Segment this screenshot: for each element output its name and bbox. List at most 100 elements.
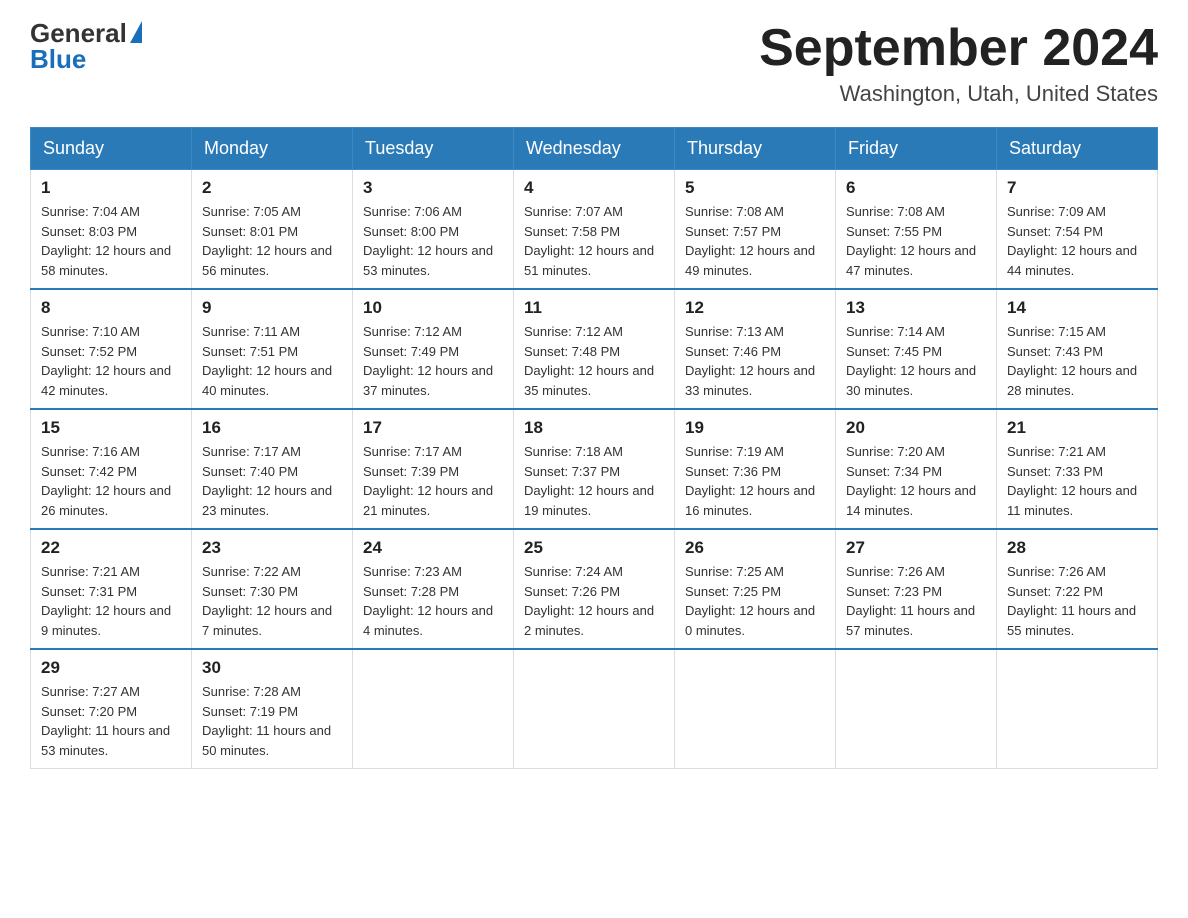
table-row: 25 Sunrise: 7:24 AM Sunset: 7:26 PM Dayl… bbox=[514, 529, 675, 649]
calendar-week-row: 1 Sunrise: 7:04 AM Sunset: 8:03 PM Dayli… bbox=[31, 170, 1158, 290]
day-number: 11 bbox=[524, 298, 664, 318]
day-info: Sunrise: 7:25 AM Sunset: 7:25 PM Dayligh… bbox=[685, 562, 825, 640]
day-info: Sunrise: 7:05 AM Sunset: 8:01 PM Dayligh… bbox=[202, 202, 342, 280]
table-row: 30 Sunrise: 7:28 AM Sunset: 7:19 PM Dayl… bbox=[192, 649, 353, 769]
day-number: 12 bbox=[685, 298, 825, 318]
day-info: Sunrise: 7:22 AM Sunset: 7:30 PM Dayligh… bbox=[202, 562, 342, 640]
calendar-header-row: Sunday Monday Tuesday Wednesday Thursday… bbox=[31, 128, 1158, 170]
table-row: 2 Sunrise: 7:05 AM Sunset: 8:01 PM Dayli… bbox=[192, 170, 353, 290]
header-wednesday: Wednesday bbox=[514, 128, 675, 170]
table-row: 13 Sunrise: 7:14 AM Sunset: 7:45 PM Dayl… bbox=[836, 289, 997, 409]
table-row: 9 Sunrise: 7:11 AM Sunset: 7:51 PM Dayli… bbox=[192, 289, 353, 409]
table-row bbox=[514, 649, 675, 769]
day-number: 25 bbox=[524, 538, 664, 558]
header-sunday: Sunday bbox=[31, 128, 192, 170]
table-row: 21 Sunrise: 7:21 AM Sunset: 7:33 PM Dayl… bbox=[997, 409, 1158, 529]
logo-blue-text: Blue bbox=[30, 46, 86, 72]
day-info: Sunrise: 7:20 AM Sunset: 7:34 PM Dayligh… bbox=[846, 442, 986, 520]
day-number: 30 bbox=[202, 658, 342, 678]
table-row: 19 Sunrise: 7:19 AM Sunset: 7:36 PM Dayl… bbox=[675, 409, 836, 529]
header-thursday: Thursday bbox=[675, 128, 836, 170]
day-info: Sunrise: 7:24 AM Sunset: 7:26 PM Dayligh… bbox=[524, 562, 664, 640]
day-number: 27 bbox=[846, 538, 986, 558]
day-number: 1 bbox=[41, 178, 181, 198]
table-row: 18 Sunrise: 7:18 AM Sunset: 7:37 PM Dayl… bbox=[514, 409, 675, 529]
table-row: 28 Sunrise: 7:26 AM Sunset: 7:22 PM Dayl… bbox=[997, 529, 1158, 649]
table-row: 12 Sunrise: 7:13 AM Sunset: 7:46 PM Dayl… bbox=[675, 289, 836, 409]
table-row: 5 Sunrise: 7:08 AM Sunset: 7:57 PM Dayli… bbox=[675, 170, 836, 290]
day-info: Sunrise: 7:06 AM Sunset: 8:00 PM Dayligh… bbox=[363, 202, 503, 280]
table-row bbox=[836, 649, 997, 769]
page-header: General Blue September 2024 Washington, … bbox=[30, 20, 1158, 107]
day-number: 4 bbox=[524, 178, 664, 198]
table-row: 27 Sunrise: 7:26 AM Sunset: 7:23 PM Dayl… bbox=[836, 529, 997, 649]
day-number: 13 bbox=[846, 298, 986, 318]
table-row bbox=[675, 649, 836, 769]
table-row: 7 Sunrise: 7:09 AM Sunset: 7:54 PM Dayli… bbox=[997, 170, 1158, 290]
table-row: 8 Sunrise: 7:10 AM Sunset: 7:52 PM Dayli… bbox=[31, 289, 192, 409]
table-row: 23 Sunrise: 7:22 AM Sunset: 7:30 PM Dayl… bbox=[192, 529, 353, 649]
day-info: Sunrise: 7:12 AM Sunset: 7:49 PM Dayligh… bbox=[363, 322, 503, 400]
day-info: Sunrise: 7:23 AM Sunset: 7:28 PM Dayligh… bbox=[363, 562, 503, 640]
day-info: Sunrise: 7:12 AM Sunset: 7:48 PM Dayligh… bbox=[524, 322, 664, 400]
table-row: 17 Sunrise: 7:17 AM Sunset: 7:39 PM Dayl… bbox=[353, 409, 514, 529]
table-row: 22 Sunrise: 7:21 AM Sunset: 7:31 PM Dayl… bbox=[31, 529, 192, 649]
day-number: 9 bbox=[202, 298, 342, 318]
day-info: Sunrise: 7:27 AM Sunset: 7:20 PM Dayligh… bbox=[41, 682, 181, 760]
header-tuesday: Tuesday bbox=[353, 128, 514, 170]
day-number: 26 bbox=[685, 538, 825, 558]
table-row: 26 Sunrise: 7:25 AM Sunset: 7:25 PM Dayl… bbox=[675, 529, 836, 649]
day-info: Sunrise: 7:14 AM Sunset: 7:45 PM Dayligh… bbox=[846, 322, 986, 400]
day-info: Sunrise: 7:17 AM Sunset: 7:39 PM Dayligh… bbox=[363, 442, 503, 520]
day-info: Sunrise: 7:21 AM Sunset: 7:33 PM Dayligh… bbox=[1007, 442, 1147, 520]
day-info: Sunrise: 7:10 AM Sunset: 7:52 PM Dayligh… bbox=[41, 322, 181, 400]
day-info: Sunrise: 7:26 AM Sunset: 7:22 PM Dayligh… bbox=[1007, 562, 1147, 640]
table-row bbox=[997, 649, 1158, 769]
table-row: 15 Sunrise: 7:16 AM Sunset: 7:42 PM Dayl… bbox=[31, 409, 192, 529]
calendar-week-row: 8 Sunrise: 7:10 AM Sunset: 7:52 PM Dayli… bbox=[31, 289, 1158, 409]
day-number: 6 bbox=[846, 178, 986, 198]
day-number: 15 bbox=[41, 418, 181, 438]
day-info: Sunrise: 7:26 AM Sunset: 7:23 PM Dayligh… bbox=[846, 562, 986, 640]
day-number: 19 bbox=[685, 418, 825, 438]
table-row bbox=[353, 649, 514, 769]
table-row: 14 Sunrise: 7:15 AM Sunset: 7:43 PM Dayl… bbox=[997, 289, 1158, 409]
day-info: Sunrise: 7:16 AM Sunset: 7:42 PM Dayligh… bbox=[41, 442, 181, 520]
day-number: 20 bbox=[846, 418, 986, 438]
header-saturday: Saturday bbox=[997, 128, 1158, 170]
table-row: 3 Sunrise: 7:06 AM Sunset: 8:00 PM Dayli… bbox=[353, 170, 514, 290]
day-number: 7 bbox=[1007, 178, 1147, 198]
day-info: Sunrise: 7:09 AM Sunset: 7:54 PM Dayligh… bbox=[1007, 202, 1147, 280]
table-row: 24 Sunrise: 7:23 AM Sunset: 7:28 PM Dayl… bbox=[353, 529, 514, 649]
day-info: Sunrise: 7:19 AM Sunset: 7:36 PM Dayligh… bbox=[685, 442, 825, 520]
calendar-week-row: 29 Sunrise: 7:27 AM Sunset: 7:20 PM Dayl… bbox=[31, 649, 1158, 769]
day-info: Sunrise: 7:21 AM Sunset: 7:31 PM Dayligh… bbox=[41, 562, 181, 640]
logo-general-text: General bbox=[30, 20, 127, 46]
day-number: 8 bbox=[41, 298, 181, 318]
title-section: September 2024 Washington, Utah, United … bbox=[759, 20, 1158, 107]
header-friday: Friday bbox=[836, 128, 997, 170]
day-info: Sunrise: 7:04 AM Sunset: 8:03 PM Dayligh… bbox=[41, 202, 181, 280]
month-title: September 2024 bbox=[759, 20, 1158, 77]
day-number: 23 bbox=[202, 538, 342, 558]
day-number: 21 bbox=[1007, 418, 1147, 438]
day-number: 2 bbox=[202, 178, 342, 198]
day-number: 22 bbox=[41, 538, 181, 558]
day-number: 17 bbox=[363, 418, 503, 438]
day-number: 14 bbox=[1007, 298, 1147, 318]
day-number: 28 bbox=[1007, 538, 1147, 558]
table-row: 10 Sunrise: 7:12 AM Sunset: 7:49 PM Dayl… bbox=[353, 289, 514, 409]
day-number: 3 bbox=[363, 178, 503, 198]
day-number: 10 bbox=[363, 298, 503, 318]
location: Washington, Utah, United States bbox=[759, 81, 1158, 107]
day-info: Sunrise: 7:18 AM Sunset: 7:37 PM Dayligh… bbox=[524, 442, 664, 520]
table-row: 29 Sunrise: 7:27 AM Sunset: 7:20 PM Dayl… bbox=[31, 649, 192, 769]
table-row: 11 Sunrise: 7:12 AM Sunset: 7:48 PM Dayl… bbox=[514, 289, 675, 409]
day-info: Sunrise: 7:07 AM Sunset: 7:58 PM Dayligh… bbox=[524, 202, 664, 280]
header-monday: Monday bbox=[192, 128, 353, 170]
day-info: Sunrise: 7:08 AM Sunset: 7:55 PM Dayligh… bbox=[846, 202, 986, 280]
logo: General Blue bbox=[30, 20, 142, 72]
day-info: Sunrise: 7:28 AM Sunset: 7:19 PM Dayligh… bbox=[202, 682, 342, 760]
day-info: Sunrise: 7:08 AM Sunset: 7:57 PM Dayligh… bbox=[685, 202, 825, 280]
day-number: 18 bbox=[524, 418, 664, 438]
